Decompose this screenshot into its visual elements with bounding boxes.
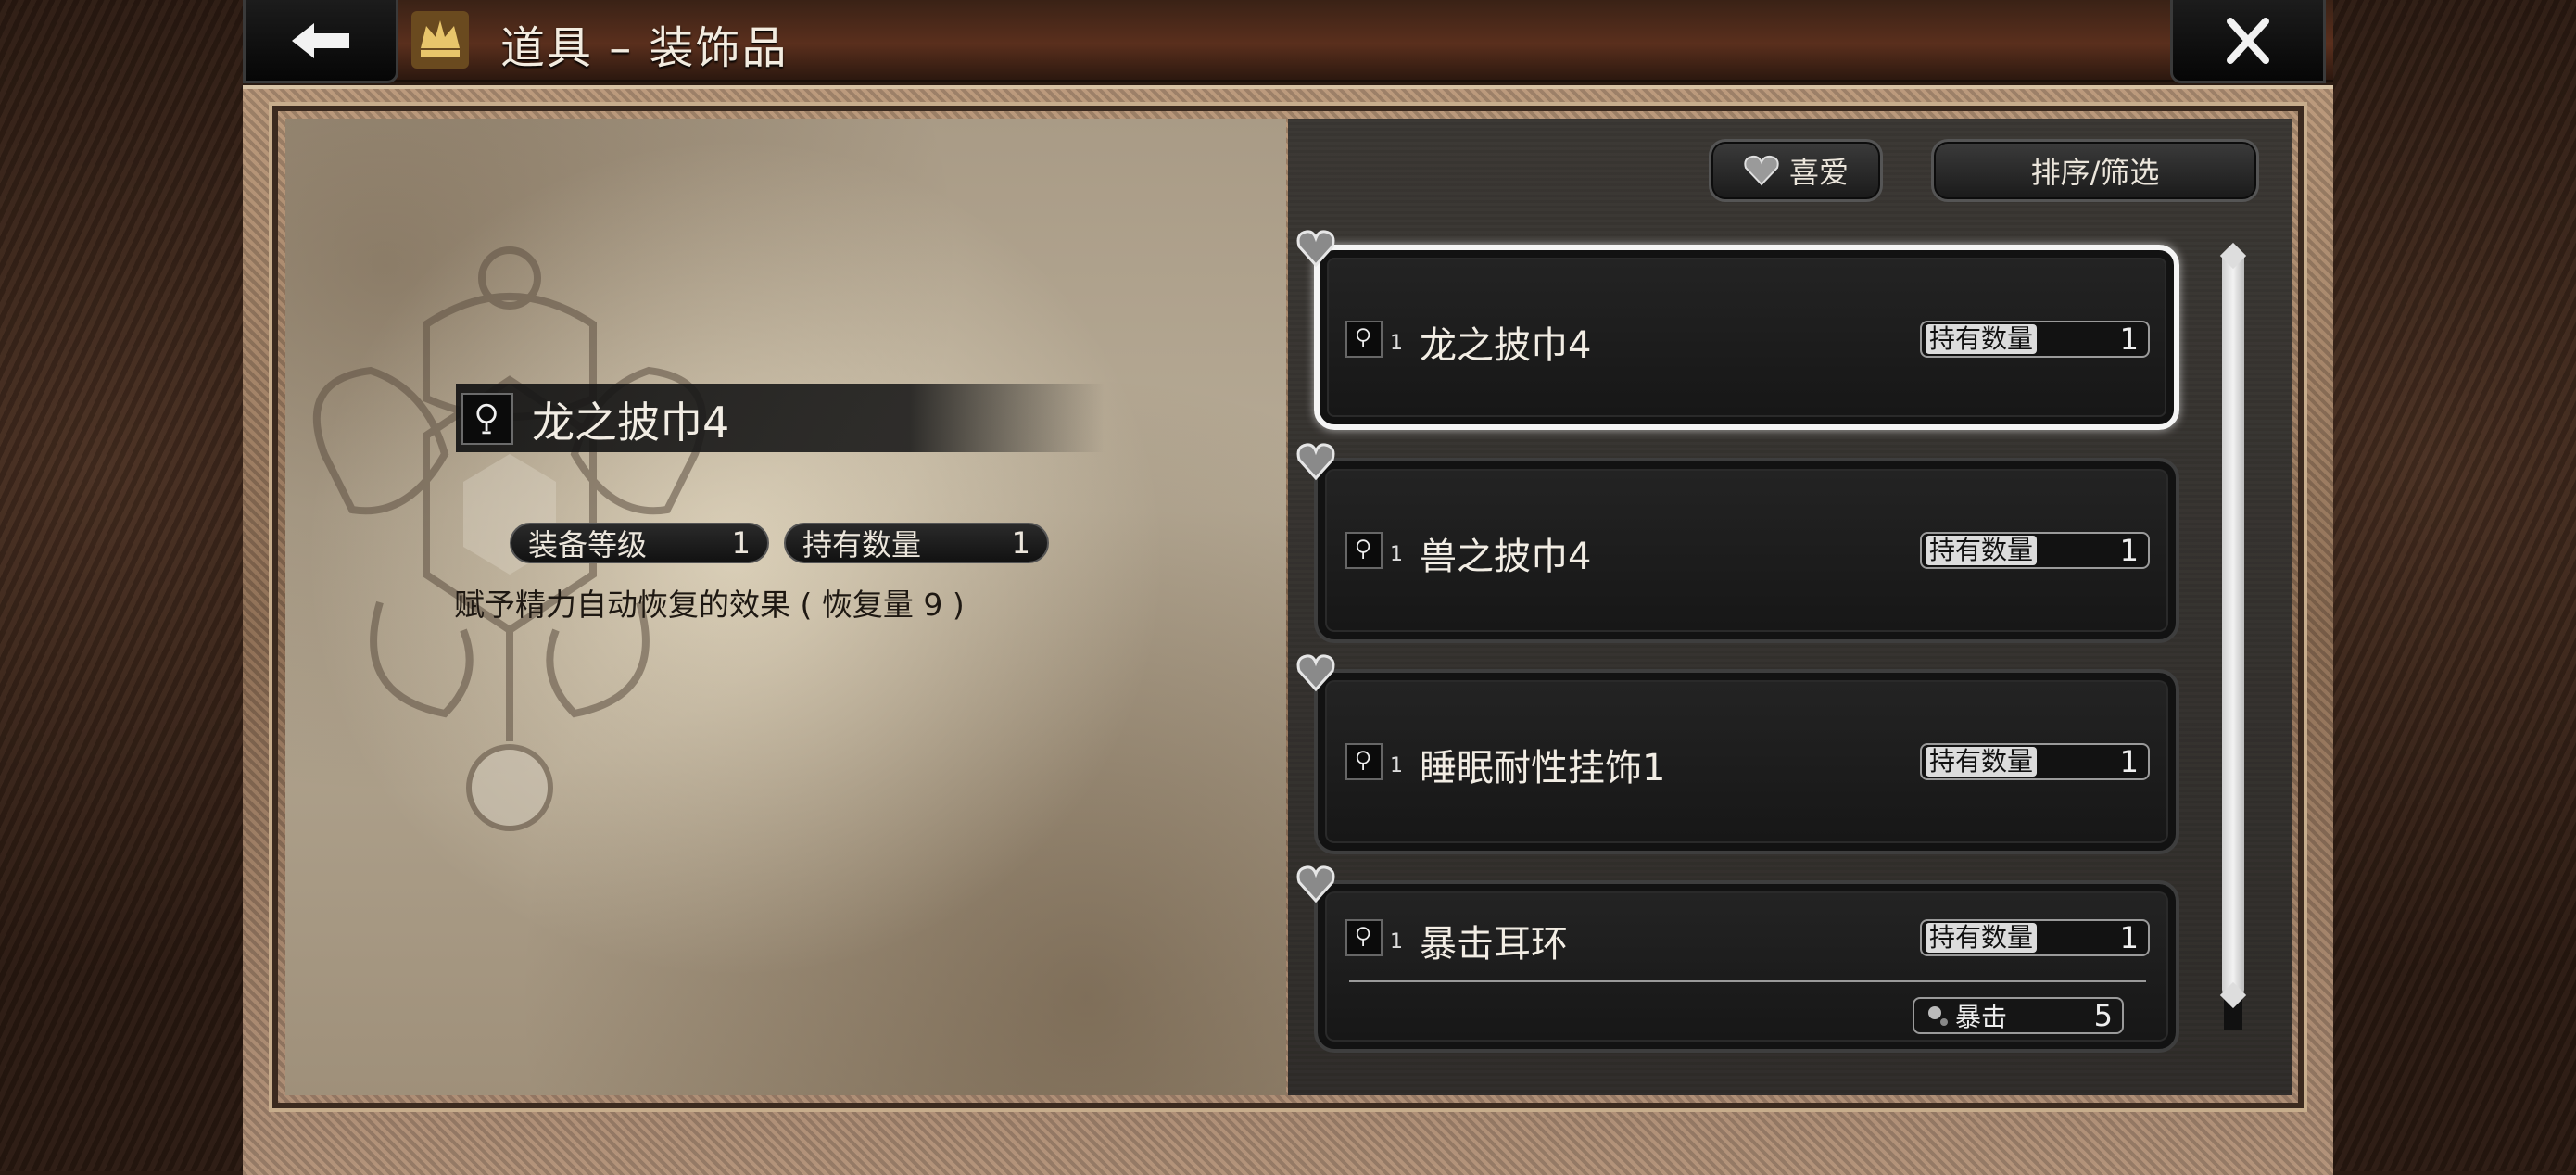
favorite-heart-icon[interactable] xyxy=(1295,652,1336,693)
quantity-label: 持有数量 xyxy=(1926,923,2038,953)
critical-value: 5 xyxy=(2093,998,2113,1033)
favorite-filter-button[interactable]: 喜爱 xyxy=(1709,139,1883,202)
quantity-value: 1 xyxy=(2119,744,2139,779)
item-name: 暴击耳环 xyxy=(1420,923,1568,966)
heart-icon xyxy=(1744,155,1779,186)
owned-quantity-label: 持有数量 xyxy=(802,527,922,562)
scrollbar-thumb[interactable] xyxy=(2222,252,2244,993)
quantity-label: 持有数量 xyxy=(1926,536,2038,565)
right-wood-border xyxy=(2333,0,2576,1171)
item-level: 1 xyxy=(1390,930,1403,954)
accessory-icon xyxy=(1345,321,1383,358)
item-level: 1 xyxy=(1390,754,1403,777)
close-button[interactable] xyxy=(2170,0,2326,83)
item-name: 睡眠耐性挂饰1 xyxy=(1420,747,1666,790)
item-level: 1 xyxy=(1390,543,1403,566)
quantity-box: 持有数量 1 xyxy=(1920,321,2150,358)
quantity-box: 持有数量 1 xyxy=(1920,919,2150,956)
arrow-left-icon xyxy=(292,22,349,58)
owned-quantity-value: 1 xyxy=(1011,525,1030,561)
sort-filter-button[interactable]: 排序/筛选 xyxy=(1931,139,2259,202)
item-name: 龙之披巾4 xyxy=(1420,324,1592,367)
item-name: 龙之披巾4 xyxy=(532,398,730,448)
favorite-heart-icon[interactable] xyxy=(1295,228,1336,269)
page-title: 道具 – 装饰品 xyxy=(500,22,789,74)
favorite-heart-icon[interactable] xyxy=(1295,864,1336,904)
critical-label: 暴击 xyxy=(1955,1002,2008,1032)
accessory-crown-icon xyxy=(411,11,469,69)
close-icon xyxy=(2227,17,2269,64)
item-name: 兽之披巾4 xyxy=(1420,536,1592,578)
accessory-icon xyxy=(461,393,513,445)
accessory-icon xyxy=(1345,532,1383,569)
left-wood-border xyxy=(0,0,243,1171)
item-level: 1 xyxy=(1390,332,1403,355)
back-button[interactable] xyxy=(243,0,398,83)
quantity-value: 1 xyxy=(2119,920,2139,955)
critical-stat: 暴击 5 xyxy=(1913,997,2124,1034)
equip-level-value: 1 xyxy=(731,525,751,561)
equip-level-stat: 装备等级 1 xyxy=(510,523,769,563)
quantity-value: 1 xyxy=(2119,322,2139,357)
divider xyxy=(1349,980,2146,982)
quantity-box: 持有数量 1 xyxy=(1920,532,2150,569)
gear-icon xyxy=(1928,1006,1948,1026)
quantity-box: 持有数量 1 xyxy=(1920,743,2150,780)
quantity-label: 持有数量 xyxy=(1926,324,2038,354)
item-description: 赋予精力自动恢复的效果 ( 恢复量 9 ) xyxy=(454,587,965,623)
owned-quantity-stat: 持有数量 1 xyxy=(784,523,1049,563)
quantity-label: 持有数量 xyxy=(1926,747,2038,777)
sort-filter-label: 排序/筛选 xyxy=(2030,155,2160,190)
accessory-icon xyxy=(1345,919,1383,956)
quantity-value: 1 xyxy=(2119,533,2139,568)
favorite-label: 喜爱 xyxy=(1788,155,1849,190)
accessory-icon xyxy=(1345,743,1383,780)
equip-level-label: 装备等级 xyxy=(528,527,648,562)
favorite-heart-icon[interactable] xyxy=(1295,441,1336,482)
